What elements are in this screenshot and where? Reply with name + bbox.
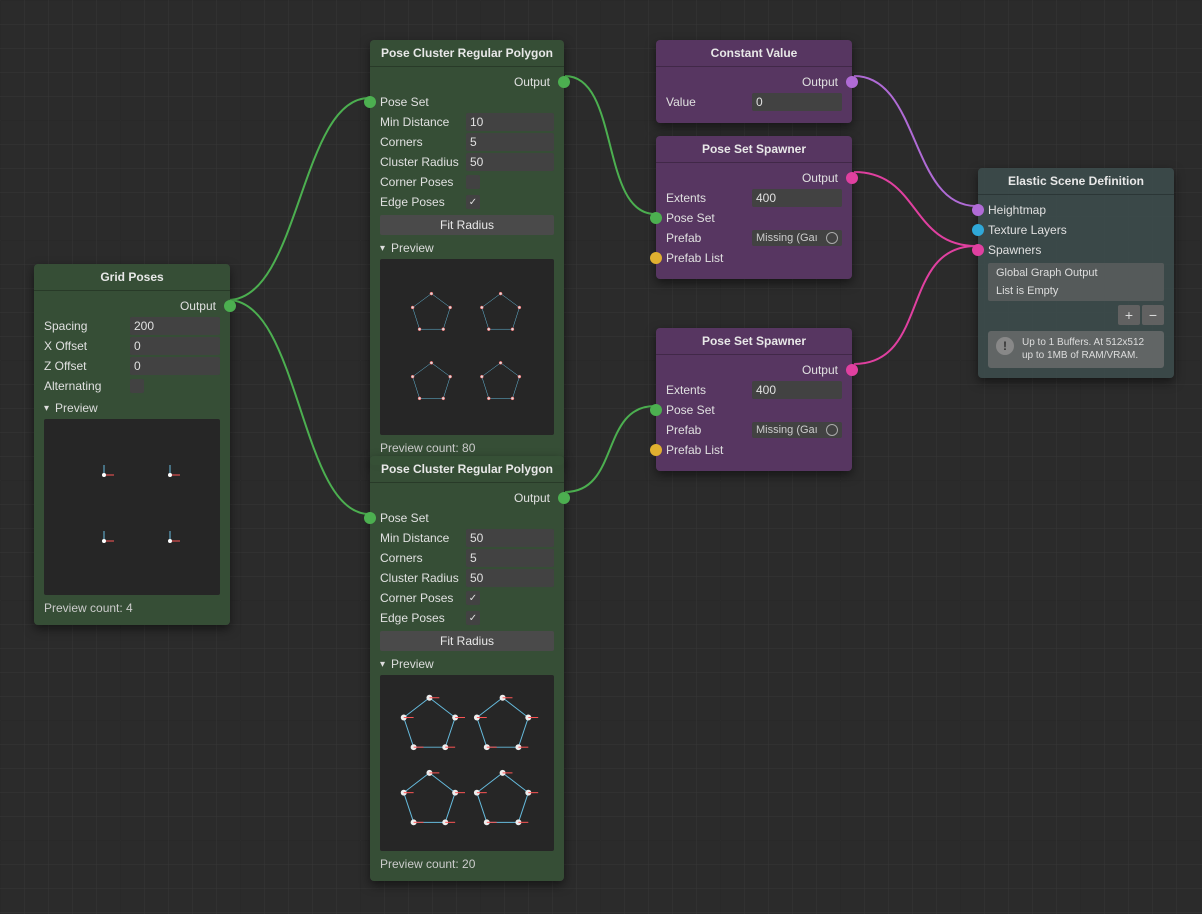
corner-poses-checkbox[interactable] (466, 591, 480, 605)
min-distance-input[interactable] (466, 113, 554, 131)
prefab-list-port[interactable] (650, 444, 662, 456)
cluster-radius-input[interactable] (466, 153, 554, 171)
extents-input[interactable] (752, 189, 842, 207)
constant-value-node[interactable]: Constant Value Output Value (656, 40, 852, 123)
prefab-list-port[interactable] (650, 252, 662, 264)
pose-set-port[interactable] (650, 212, 662, 224)
corners-input[interactable] (466, 133, 554, 151)
preview-foldout[interactable]: Preview (380, 657, 554, 671)
output-port[interactable] (846, 364, 858, 376)
preview-count: Preview count: 80 (380, 441, 554, 455)
node-title: Pose Cluster Regular Polygon (370, 40, 564, 67)
pose-set-spawner-node-1[interactable]: Pose Set Spawner Output Extents Pose Set… (656, 136, 852, 279)
object-picker-icon[interactable] (826, 424, 838, 436)
cluster-radius-input[interactable] (466, 569, 554, 587)
output-port[interactable] (558, 76, 570, 88)
alternating-label: Alternating (44, 379, 130, 393)
preview-foldout[interactable]: Preview (44, 401, 220, 415)
prefab-field[interactable]: Missing (Gaı (752, 230, 842, 246)
fit-radius-button[interactable]: Fit Radius (380, 215, 554, 235)
value-input[interactable] (752, 93, 842, 111)
corner-poses-checkbox[interactable] (466, 175, 480, 189)
pose-set-spawner-node-2[interactable]: Pose Set Spawner Output Extents Pose Set… (656, 328, 852, 471)
output-port[interactable] (846, 172, 858, 184)
prefab-field[interactable]: Missing (Gaı (752, 422, 842, 438)
edge-poses-checkbox[interactable] (466, 611, 480, 625)
node-title: Pose Cluster Regular Polygon (370, 456, 564, 483)
spawners-port[interactable] (972, 244, 984, 256)
preview-box (380, 675, 554, 851)
edge-poses-checkbox[interactable] (466, 195, 480, 209)
pose-set-port[interactable] (364, 512, 376, 524)
output-port[interactable] (846, 76, 858, 88)
xoffset-label: X Offset (44, 339, 130, 353)
xoffset-input[interactable] (130, 337, 220, 355)
remove-button[interactable]: − (1142, 305, 1164, 325)
spacing-input[interactable] (130, 317, 220, 335)
min-distance-input[interactable] (466, 529, 554, 547)
spacing-label: Spacing (44, 319, 130, 333)
pose-set-port[interactable] (650, 404, 662, 416)
info-icon: ! (996, 337, 1014, 355)
fit-radius-button[interactable]: Fit Radius (380, 631, 554, 651)
pose-cluster-polygon-node-2[interactable]: Pose Cluster Regular Polygon Output Pose… (370, 456, 564, 881)
heightmap-port[interactable] (972, 204, 984, 216)
preview-foldout[interactable]: Preview (380, 241, 554, 255)
pose-cluster-polygon-node-1[interactable]: Pose Cluster Regular Polygon Output Pose… (370, 40, 564, 465)
object-picker-icon[interactable] (826, 232, 838, 244)
preview-box (380, 259, 554, 435)
node-title: Pose Set Spawner (656, 136, 852, 163)
node-title: Grid Poses (34, 264, 230, 291)
pose-set-port[interactable] (364, 96, 376, 108)
preview-count: Preview count: 20 (380, 857, 554, 871)
alternating-checkbox[interactable] (130, 379, 144, 393)
elastic-scene-definition-node[interactable]: Elastic Scene Definition Heightmap Textu… (978, 168, 1174, 378)
preview-count: Preview count: 4 (44, 601, 220, 615)
preview-box (44, 419, 220, 595)
corners-input[interactable] (466, 549, 554, 567)
node-title: Constant Value (656, 40, 852, 67)
add-button[interactable]: + (1118, 305, 1140, 325)
output-label: Output (180, 299, 216, 313)
node-title: Pose Set Spawner (656, 328, 852, 355)
node-title: Elastic Scene Definition (978, 168, 1174, 195)
global-output-list: Global Graph Output List is Empty (988, 263, 1164, 301)
output-port[interactable] (224, 300, 236, 312)
info-message: ! Up to 1 Buffers. At 512x512 up to 1MB … (988, 331, 1164, 368)
zoffset-label: Z Offset (44, 359, 130, 373)
zoffset-input[interactable] (130, 357, 220, 375)
grid-poses-node[interactable]: Grid Poses Output Spacing X Offset Z Off… (34, 264, 230, 625)
output-port[interactable] (558, 492, 570, 504)
extents-input[interactable] (752, 381, 842, 399)
texture-layers-port[interactable] (972, 224, 984, 236)
